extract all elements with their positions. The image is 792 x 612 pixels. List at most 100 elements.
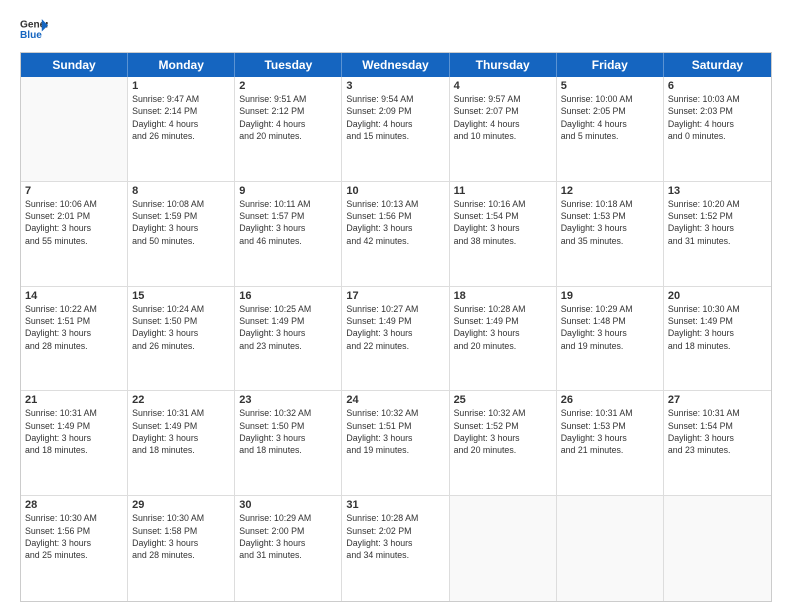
- day-number: 31: [346, 499, 444, 511]
- day-info: Sunrise: 10:32 AM Sunset: 1:51 PM Daylig…: [346, 407, 444, 456]
- day-info: Sunrise: 10:28 AM Sunset: 2:02 PM Daylig…: [346, 512, 444, 561]
- day-info: Sunrise: 10:00 AM Sunset: 2:05 PM Daylig…: [561, 93, 659, 142]
- day-number: 11: [454, 185, 552, 197]
- day-cell-19: 19Sunrise: 10:29 AM Sunset: 1:48 PM Dayl…: [557, 287, 664, 391]
- day-number: 1: [132, 80, 230, 92]
- day-number: 9: [239, 185, 337, 197]
- day-cell-10: 10Sunrise: 10:13 AM Sunset: 1:56 PM Dayl…: [342, 182, 449, 286]
- day-cell-27: 27Sunrise: 10:31 AM Sunset: 1:54 PM Dayl…: [664, 391, 771, 495]
- weekday-header-tuesday: Tuesday: [235, 53, 342, 77]
- day-cell-29: 29Sunrise: 10:30 AM Sunset: 1:58 PM Dayl…: [128, 496, 235, 601]
- day-cell-30: 30Sunrise: 10:29 AM Sunset: 2:00 PM Dayl…: [235, 496, 342, 601]
- day-cell-25: 25Sunrise: 10:32 AM Sunset: 1:52 PM Dayl…: [450, 391, 557, 495]
- day-cell-6: 6Sunrise: 10:03 AM Sunset: 2:03 PM Dayli…: [664, 77, 771, 181]
- weekday-header-monday: Monday: [128, 53, 235, 77]
- week-row-4: 21Sunrise: 10:31 AM Sunset: 1:49 PM Dayl…: [21, 391, 771, 496]
- page: General Blue SundayMondayTuesdayWednesda…: [0, 0, 792, 612]
- day-number: 10: [346, 185, 444, 197]
- day-cell-9: 9Sunrise: 10:11 AM Sunset: 1:57 PM Dayli…: [235, 182, 342, 286]
- day-cell-3: 3Sunrise: 9:54 AM Sunset: 2:09 PM Daylig…: [342, 77, 449, 181]
- logo: General Blue: [20, 16, 48, 44]
- day-cell-16: 16Sunrise: 10:25 AM Sunset: 1:49 PM Dayl…: [235, 287, 342, 391]
- day-info: Sunrise: 10:25 AM Sunset: 1:49 PM Daylig…: [239, 303, 337, 352]
- day-number: 2: [239, 80, 337, 92]
- day-info: Sunrise: 10:31 AM Sunset: 1:53 PM Daylig…: [561, 407, 659, 456]
- day-number: 27: [668, 394, 767, 406]
- day-cell-8: 8Sunrise: 10:08 AM Sunset: 1:59 PM Dayli…: [128, 182, 235, 286]
- day-info: Sunrise: 10:27 AM Sunset: 1:49 PM Daylig…: [346, 303, 444, 352]
- day-cell-15: 15Sunrise: 10:24 AM Sunset: 1:50 PM Dayl…: [128, 287, 235, 391]
- day-info: Sunrise: 9:57 AM Sunset: 2:07 PM Dayligh…: [454, 93, 552, 142]
- week-row-3: 14Sunrise: 10:22 AM Sunset: 1:51 PM Dayl…: [21, 287, 771, 392]
- day-info: Sunrise: 10:20 AM Sunset: 1:52 PM Daylig…: [668, 198, 767, 247]
- day-number: 4: [454, 80, 552, 92]
- week-row-1: 1Sunrise: 9:47 AM Sunset: 2:14 PM Daylig…: [21, 77, 771, 182]
- day-info: Sunrise: 10:03 AM Sunset: 2:03 PM Daylig…: [668, 93, 767, 142]
- day-info: Sunrise: 10:31 AM Sunset: 1:54 PM Daylig…: [668, 407, 767, 456]
- day-number: 18: [454, 290, 552, 302]
- day-number: 28: [25, 499, 123, 511]
- day-info: Sunrise: 10:29 AM Sunset: 1:48 PM Daylig…: [561, 303, 659, 352]
- day-info: Sunrise: 10:31 AM Sunset: 1:49 PM Daylig…: [25, 407, 123, 456]
- day-number: 25: [454, 394, 552, 406]
- day-info: Sunrise: 10:30 AM Sunset: 1:58 PM Daylig…: [132, 512, 230, 561]
- empty-cell-w4-6: [664, 496, 771, 601]
- day-number: 6: [668, 80, 767, 92]
- day-number: 23: [239, 394, 337, 406]
- day-info: Sunrise: 10:08 AM Sunset: 1:59 PM Daylig…: [132, 198, 230, 247]
- day-cell-4: 4Sunrise: 9:57 AM Sunset: 2:07 PM Daylig…: [450, 77, 557, 181]
- day-cell-12: 12Sunrise: 10:18 AM Sunset: 1:53 PM Dayl…: [557, 182, 664, 286]
- calendar-body: 1Sunrise: 9:47 AM Sunset: 2:14 PM Daylig…: [21, 77, 771, 601]
- day-cell-22: 22Sunrise: 10:31 AM Sunset: 1:49 PM Dayl…: [128, 391, 235, 495]
- empty-cell-w4-5: [557, 496, 664, 601]
- day-number: 24: [346, 394, 444, 406]
- logo-icon: General Blue: [20, 16, 48, 44]
- day-cell-14: 14Sunrise: 10:22 AM Sunset: 1:51 PM Dayl…: [21, 287, 128, 391]
- day-cell-1: 1Sunrise: 9:47 AM Sunset: 2:14 PM Daylig…: [128, 77, 235, 181]
- day-cell-31: 31Sunrise: 10:28 AM Sunset: 2:02 PM Dayl…: [342, 496, 449, 601]
- weekday-header-sunday: Sunday: [21, 53, 128, 77]
- day-info: Sunrise: 10:28 AM Sunset: 1:49 PM Daylig…: [454, 303, 552, 352]
- weekday-header-saturday: Saturday: [664, 53, 771, 77]
- day-info: Sunrise: 10:32 AM Sunset: 1:50 PM Daylig…: [239, 407, 337, 456]
- weekday-header-thursday: Thursday: [450, 53, 557, 77]
- day-number: 13: [668, 185, 767, 197]
- day-cell-28: 28Sunrise: 10:30 AM Sunset: 1:56 PM Dayl…: [21, 496, 128, 601]
- day-info: Sunrise: 10:13 AM Sunset: 1:56 PM Daylig…: [346, 198, 444, 247]
- header: General Blue: [20, 16, 772, 44]
- day-info: Sunrise: 9:47 AM Sunset: 2:14 PM Dayligh…: [132, 93, 230, 142]
- day-number: 14: [25, 290, 123, 302]
- day-cell-24: 24Sunrise: 10:32 AM Sunset: 1:51 PM Dayl…: [342, 391, 449, 495]
- day-number: 21: [25, 394, 123, 406]
- day-info: Sunrise: 10:30 AM Sunset: 1:56 PM Daylig…: [25, 512, 123, 561]
- day-info: Sunrise: 9:54 AM Sunset: 2:09 PM Dayligh…: [346, 93, 444, 142]
- day-info: Sunrise: 10:11 AM Sunset: 1:57 PM Daylig…: [239, 198, 337, 247]
- day-info: Sunrise: 10:31 AM Sunset: 1:49 PM Daylig…: [132, 407, 230, 456]
- day-number: 29: [132, 499, 230, 511]
- day-cell-7: 7Sunrise: 10:06 AM Sunset: 2:01 PM Dayli…: [21, 182, 128, 286]
- day-info: Sunrise: 10:30 AM Sunset: 1:49 PM Daylig…: [668, 303, 767, 352]
- day-cell-17: 17Sunrise: 10:27 AM Sunset: 1:49 PM Dayl…: [342, 287, 449, 391]
- day-info: Sunrise: 10:18 AM Sunset: 1:53 PM Daylig…: [561, 198, 659, 247]
- week-row-5: 28Sunrise: 10:30 AM Sunset: 1:56 PM Dayl…: [21, 496, 771, 601]
- weekday-header-friday: Friday: [557, 53, 664, 77]
- day-number: 5: [561, 80, 659, 92]
- day-number: 16: [239, 290, 337, 302]
- day-info: Sunrise: 10:29 AM Sunset: 2:00 PM Daylig…: [239, 512, 337, 561]
- day-number: 20: [668, 290, 767, 302]
- day-cell-26: 26Sunrise: 10:31 AM Sunset: 1:53 PM Dayl…: [557, 391, 664, 495]
- calendar-header: SundayMondayTuesdayWednesdayThursdayFrid…: [21, 53, 771, 77]
- day-info: Sunrise: 9:51 AM Sunset: 2:12 PM Dayligh…: [239, 93, 337, 142]
- day-info: Sunrise: 10:22 AM Sunset: 1:51 PM Daylig…: [25, 303, 123, 352]
- day-number: 17: [346, 290, 444, 302]
- day-number: 7: [25, 185, 123, 197]
- day-number: 19: [561, 290, 659, 302]
- day-cell-23: 23Sunrise: 10:32 AM Sunset: 1:50 PM Dayl…: [235, 391, 342, 495]
- week-row-2: 7Sunrise: 10:06 AM Sunset: 2:01 PM Dayli…: [21, 182, 771, 287]
- empty-cell-w0-0: [21, 77, 128, 181]
- calendar: SundayMondayTuesdayWednesdayThursdayFrid…: [20, 52, 772, 602]
- day-number: 12: [561, 185, 659, 197]
- day-number: 30: [239, 499, 337, 511]
- day-cell-2: 2Sunrise: 9:51 AM Sunset: 2:12 PM Daylig…: [235, 77, 342, 181]
- day-info: Sunrise: 10:06 AM Sunset: 2:01 PM Daylig…: [25, 198, 123, 247]
